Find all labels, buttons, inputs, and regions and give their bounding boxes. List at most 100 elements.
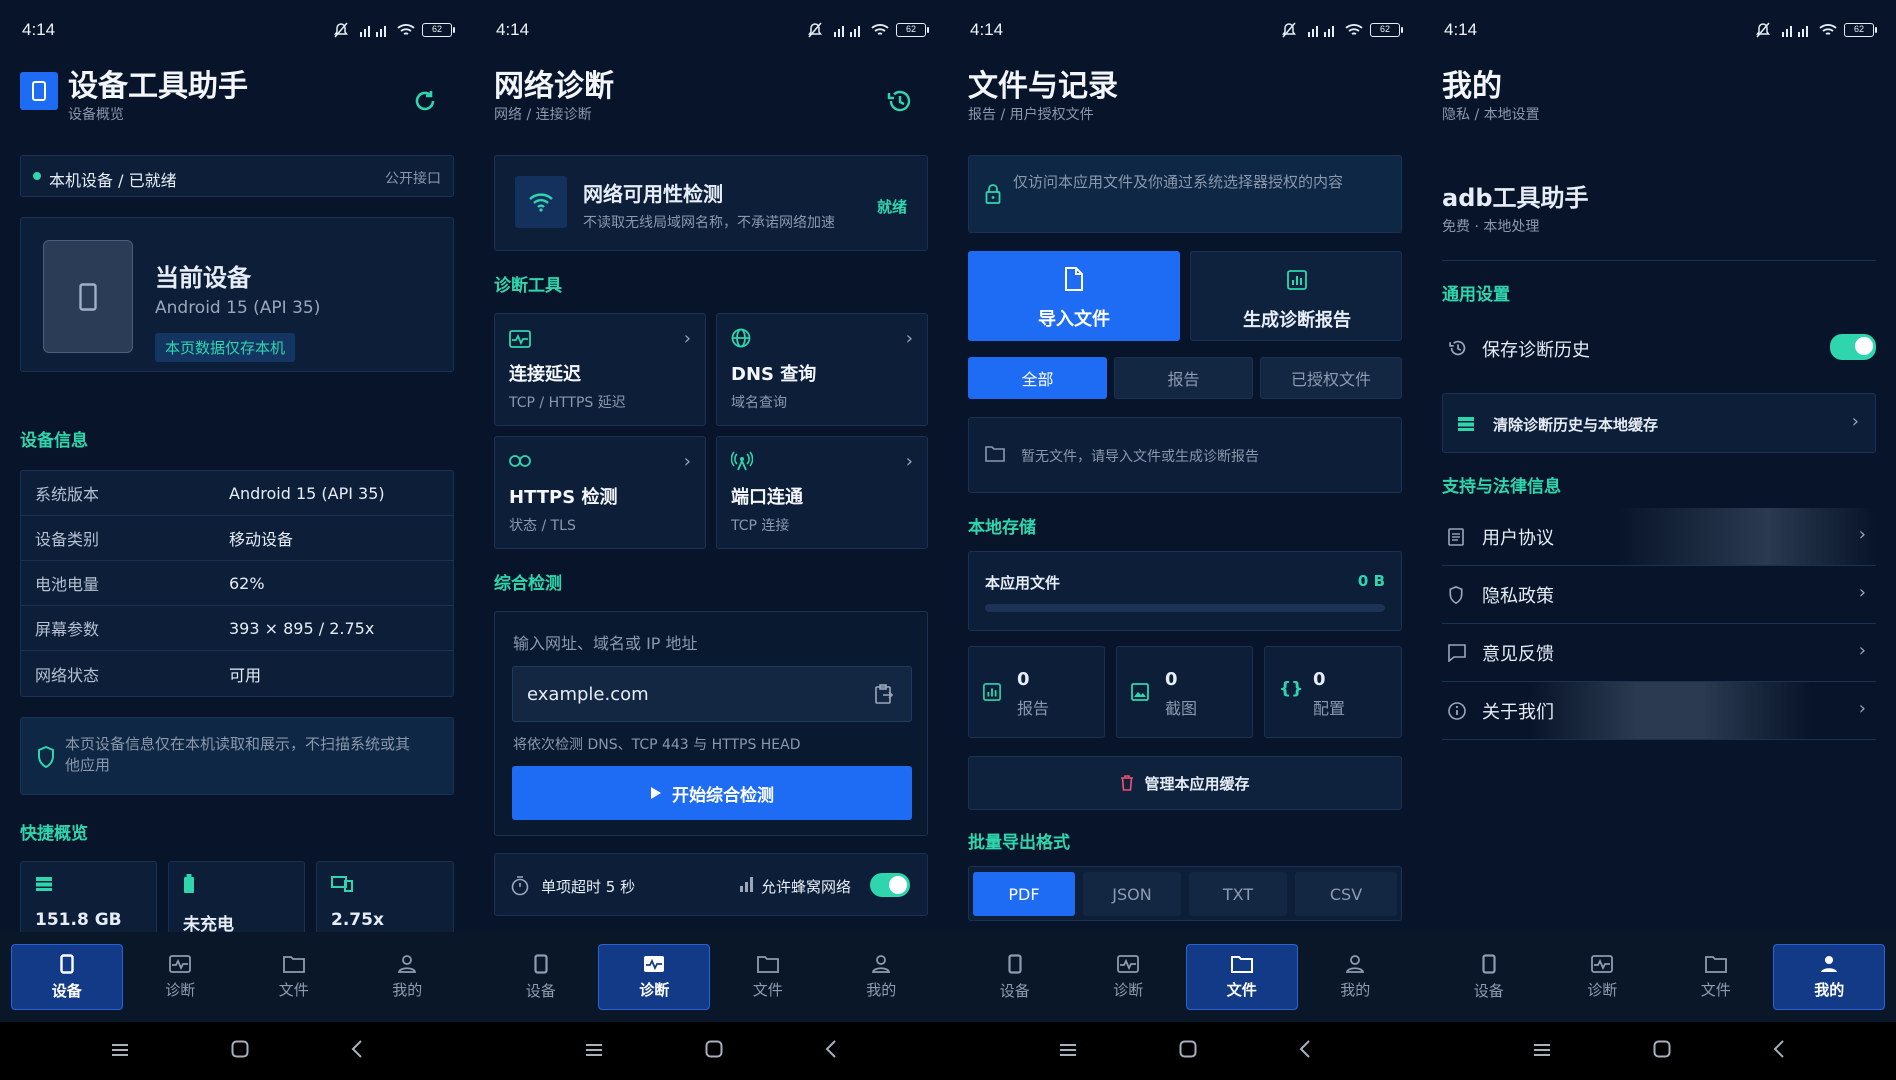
- info-icon: [1448, 701, 1466, 720]
- nav-diagnose-label: 诊断: [639, 980, 670, 999]
- storage-section-title: 本地存储: [968, 518, 1036, 538]
- back-button[interactable]: [825, 1040, 837, 1062]
- filter-authorized[interactable]: 已授权文件: [1260, 357, 1402, 399]
- home-button[interactable]: [1653, 1040, 1671, 1062]
- nav-files[interactable]: 文件: [238, 944, 350, 1010]
- nav-diagnose[interactable]: 诊断: [1546, 944, 1658, 1010]
- phone-icon: [79, 282, 97, 311]
- menu-button[interactable]: [1059, 1042, 1077, 1061]
- nav-diagnose-label: 诊断: [165, 980, 196, 999]
- clear-history-label: 清除诊断历史与本地缓存: [1493, 416, 1659, 434]
- privacy-policy-row[interactable]: 隐私政策 ›: [1442, 566, 1876, 624]
- import-file-button[interactable]: 导入文件: [968, 251, 1180, 341]
- chevron-right-icon: ›: [1858, 524, 1866, 545]
- home-icon: [705, 1040, 723, 1058]
- back-icon: [1299, 1040, 1310, 1058]
- home-button[interactable]: [705, 1040, 723, 1062]
- availability-status: 就绪: [876, 198, 907, 216]
- cellular-label: 允许蜂窝网络: [761, 878, 852, 896]
- nav-mine[interactable]: 我的: [1299, 944, 1411, 1010]
- tool-title: 端口连通: [731, 487, 803, 508]
- tool-subtitle: 状态 / TLS: [509, 518, 576, 534]
- history-button[interactable]: [886, 88, 918, 120]
- tool-https[interactable]: › HTTPS 检测 状态 / TLS: [494, 436, 706, 549]
- back-icon: [1773, 1040, 1784, 1058]
- menu-button[interactable]: [1533, 1042, 1551, 1061]
- refresh-button[interactable]: [412, 88, 444, 120]
- filter-reports[interactable]: 报告: [1114, 357, 1253, 399]
- nav-mine[interactable]: 我的: [351, 944, 463, 1010]
- quick-screen-value: 2.75x: [331, 910, 384, 930]
- public-api-link[interactable]: 公开接口: [385, 168, 441, 188]
- manage-cache-button[interactable]: 管理本应用缓存: [968, 756, 1402, 810]
- person-icon: [872, 954, 891, 973]
- nav-device[interactable]: 设备: [485, 944, 597, 1010]
- tools-section-title: 诊断工具: [494, 276, 562, 296]
- generate-report-label: 生成诊断报告: [1243, 310, 1351, 331]
- privacy-notice-text: 本页设备信息仅在本机读取和展示，不扫描系统或其他应用: [65, 735, 411, 774]
- nav-mine[interactable]: 我的: [825, 944, 937, 1010]
- link-icon: [509, 455, 531, 467]
- generate-report-button[interactable]: 生成诊断报告: [1190, 251, 1402, 341]
- nav-files-label: 文件: [1700, 980, 1731, 999]
- diagnose-content: 网络诊断 网络 / 连接诊断 网络可用性检测 不读取无线局域网名称，不承诺网络加…: [494, 60, 928, 932]
- screen-files: 4:14 62 文件与记录 报告 / 用户授权文件 仅访问本应用文件及你通过系统…: [948, 0, 1422, 1080]
- menu-button[interactable]: [585, 1042, 603, 1061]
- clear-history-button[interactable]: 清除诊断历史与本地缓存 ›: [1442, 393, 1876, 453]
- filter-all[interactable]: 全部: [968, 357, 1107, 399]
- feedback-row[interactable]: 意见反馈 ›: [1442, 624, 1876, 682]
- history-icon: [1449, 340, 1466, 356]
- format-txt[interactable]: TXT: [1189, 872, 1287, 916]
- user-agreement-row[interactable]: 用户协议 ›: [1442, 508, 1876, 566]
- stat-label: 配置: [1313, 699, 1346, 718]
- status-bar: 4:14 62: [0, 0, 474, 60]
- export-section-title: 批量导出格式: [968, 833, 1070, 853]
- back-button[interactable]: [351, 1040, 363, 1062]
- mute-bell-icon: [1756, 22, 1770, 38]
- back-button[interactable]: [1299, 1040, 1311, 1062]
- bottom-nav: 设备 诊断 文件 我的: [948, 932, 1422, 1022]
- tool-latency[interactable]: › 连接延迟 TCP / HTTPS 延迟: [494, 313, 706, 426]
- home-button[interactable]: [1179, 1040, 1197, 1062]
- nav-files[interactable]: 文件: [1660, 944, 1772, 1010]
- nav-device[interactable]: 设备: [10, 944, 123, 1010]
- tool-port[interactable]: › 端口连通 TCP 连接: [716, 436, 928, 549]
- format-json[interactable]: JSON: [1083, 872, 1181, 916]
- format-pdf[interactable]: PDF: [973, 872, 1075, 916]
- save-history-toggle[interactable]: [1830, 334, 1876, 360]
- status-time: 4:14: [970, 20, 1004, 39]
- tool-dns[interactable]: › DNS 查询 域名查询: [716, 313, 928, 426]
- home-button[interactable]: [231, 1040, 249, 1062]
- target-input[interactable]: example.com: [512, 666, 912, 722]
- home-icon: [1179, 1040, 1197, 1058]
- lock-icon: [985, 184, 1001, 204]
- back-button[interactable]: [1773, 1040, 1785, 1062]
- about-row[interactable]: 关于我们 ›: [1442, 682, 1876, 740]
- person-icon: [1821, 955, 1838, 972]
- start-check-button[interactable]: 开始综合检测: [512, 766, 912, 820]
- nav-files[interactable]: 文件: [712, 944, 824, 1010]
- page-subtitle: 网络 / 连接诊断: [494, 107, 592, 123]
- availability-card[interactable]: 网络可用性检测 不读取无线局域网名称，不承诺网络加速 就绪: [494, 155, 928, 251]
- chevron-right-icon: ›: [1858, 640, 1866, 661]
- save-history-row: 保存诊断历史: [1442, 322, 1876, 372]
- nav-files[interactable]: 文件: [1185, 944, 1298, 1010]
- stat-count: 0: [1017, 669, 1030, 690]
- nav-device[interactable]: 设备: [959, 944, 1071, 1010]
- menu-icon: [1534, 1043, 1550, 1056]
- combo-card: 输入网址、域名或 IP 地址 example.com 将依次检测 DNS、TCP…: [494, 611, 928, 836]
- screen-diagnose: 4:14 62 网络诊断 网络 / 连接诊断 网络可用性检测 不读取无线局域网名…: [474, 0, 948, 1080]
- person-icon: [1346, 954, 1365, 973]
- nav-files-label: 文件: [1226, 980, 1257, 999]
- format-csv[interactable]: CSV: [1295, 872, 1397, 916]
- menu-button[interactable]: [111, 1042, 129, 1061]
- privacy-policy-label: 隐私政策: [1482, 585, 1554, 607]
- nav-diagnose[interactable]: 诊断: [1072, 944, 1184, 1010]
- nav-mine[interactable]: 我的: [1773, 944, 1886, 1010]
- nav-device[interactable]: 设备: [1433, 944, 1545, 1010]
- cellular-toggle[interactable]: [870, 873, 910, 897]
- nav-diagnose[interactable]: 诊断: [598, 944, 711, 1010]
- device-illustration: [43, 240, 133, 353]
- nav-diagnose[interactable]: 诊断: [124, 944, 236, 1010]
- paste-icon[interactable]: [875, 684, 893, 704]
